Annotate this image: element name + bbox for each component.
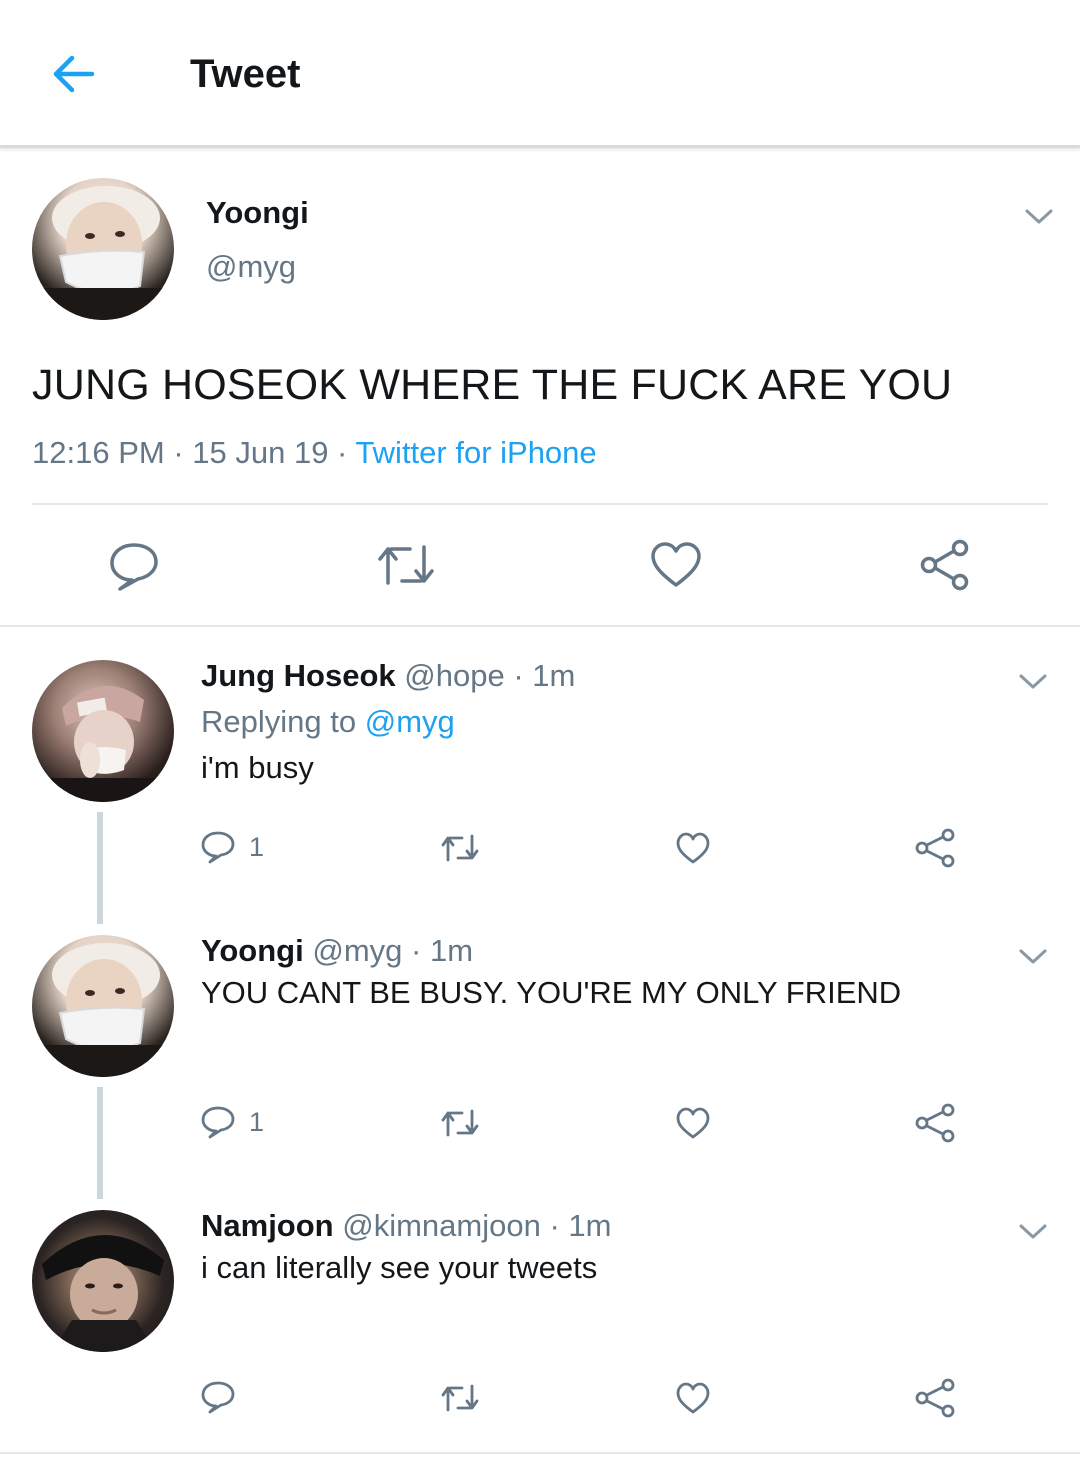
- reply-time: 1m: [532, 658, 576, 693]
- retweet-icon[interactable]: [440, 1107, 480, 1139]
- chevron-down-icon[interactable]: [1024, 207, 1054, 227]
- tweet-date: 15 Jun 19: [192, 435, 329, 470]
- avatar[interactable]: [32, 1210, 174, 1352]
- page-title: Tweet: [190, 52, 301, 96]
- author-name[interactable]: Yoongi: [206, 195, 309, 231]
- reply-author-name[interactable]: Namjoon: [201, 1208, 334, 1243]
- reply-author-handle[interactable]: @kimnamjoon: [342, 1208, 541, 1243]
- reply-author-handle[interactable]: @hope: [404, 658, 504, 693]
- like-icon[interactable]: [650, 539, 702, 591]
- divider: [32, 503, 1048, 505]
- like-icon[interactable]: [676, 1382, 710, 1414]
- reply-item[interactable]: Namjoon @kimnamjoon · 1m i can literally…: [0, 1208, 1080, 1448]
- meta-separator: ·: [513, 658, 524, 693]
- reply-item[interactable]: Yoongi @myg · 1m YOU CANT BE BUSY. YOU'R…: [0, 933, 1080, 1199]
- reply-icon[interactable]: [108, 539, 160, 591]
- chevron-down-icon[interactable]: [1018, 672, 1048, 692]
- chevron-down-icon[interactable]: [1018, 1222, 1048, 1242]
- reply-author-name[interactable]: Yoongi: [201, 933, 304, 968]
- share-icon[interactable]: [914, 828, 956, 868]
- like-icon[interactable]: [676, 1107, 710, 1139]
- chevron-down-icon[interactable]: [1018, 947, 1048, 967]
- reply-button[interactable]: 1: [201, 830, 264, 864]
- avatar[interactable]: [32, 178, 174, 320]
- meta-separator: ·: [328, 435, 356, 470]
- reply-author-name[interactable]: Jung Hoseok: [201, 658, 396, 693]
- mention-link[interactable]: @myg: [365, 704, 455, 739]
- replying-to-label: Replying to: [201, 704, 365, 739]
- reply-header: Namjoon @kimnamjoon · 1m: [201, 1208, 612, 1244]
- retweet-icon[interactable]: [376, 539, 436, 591]
- reply-text: i can literally see your tweets: [201, 1250, 598, 1285]
- share-icon[interactable]: [914, 1378, 956, 1418]
- share-icon[interactable]: [914, 1103, 956, 1143]
- reply-time: 1m: [568, 1208, 612, 1243]
- reply-count: 1: [249, 831, 265, 862]
- meta-separator: ·: [164, 435, 193, 470]
- reply-text: YOU CANT BE BUSY. YOU'RE MY ONLY FRIEND: [201, 975, 902, 1010]
- reply-button[interactable]: [201, 1380, 249, 1414]
- tweet-meta: 12:16 PM · 15 Jun 19 · Twitter for iPhon…: [32, 435, 597, 471]
- reply-icon: [201, 831, 235, 864]
- thread-line: [97, 812, 103, 924]
- like-icon[interactable]: [676, 832, 710, 864]
- tweet-text: JUNG HOSEOK WHERE THE FUCK ARE YOU: [32, 361, 953, 409]
- tweet-source-link[interactable]: Twitter for iPhone: [355, 435, 596, 470]
- reply-header: Yoongi @myg · 1m: [201, 933, 473, 969]
- reply-button[interactable]: 1: [201, 1105, 264, 1139]
- meta-separator: ·: [411, 933, 422, 968]
- divider: [0, 1452, 1080, 1454]
- reply-time: 1m: [429, 933, 474, 968]
- reply-count: 1: [249, 1106, 265, 1137]
- main-tweet: Yoongi @myg JUNG HOSEOK WHERE THE FUCK A…: [0, 151, 1080, 627]
- replying-to: Replying to @myg: [201, 704, 455, 740]
- reply-item[interactable]: Jung Hoseok @hope · 1m Replying to @myg …: [0, 658, 1080, 924]
- reply-icon: [201, 1106, 235, 1139]
- share-icon[interactable]: [918, 539, 970, 591]
- reply-text: i'm busy: [201, 750, 314, 785]
- reply-icon: [201, 1381, 235, 1414]
- avatar[interactable]: [32, 935, 174, 1077]
- reply-author-handle[interactable]: @myg: [312, 933, 402, 968]
- back-arrow-icon[interactable]: [48, 50, 100, 98]
- author-handle[interactable]: @myg: [206, 249, 296, 285]
- tweet-time: 12:16 PM: [32, 435, 165, 470]
- avatar[interactable]: [32, 660, 174, 802]
- reply-header: Jung Hoseok @hope · 1m: [201, 658, 575, 694]
- retweet-icon[interactable]: [440, 832, 480, 864]
- top-bar: Tweet: [0, 0, 1080, 148]
- meta-separator: ·: [549, 1208, 560, 1243]
- retweet-icon[interactable]: [440, 1382, 480, 1414]
- thread-line: [97, 1087, 103, 1199]
